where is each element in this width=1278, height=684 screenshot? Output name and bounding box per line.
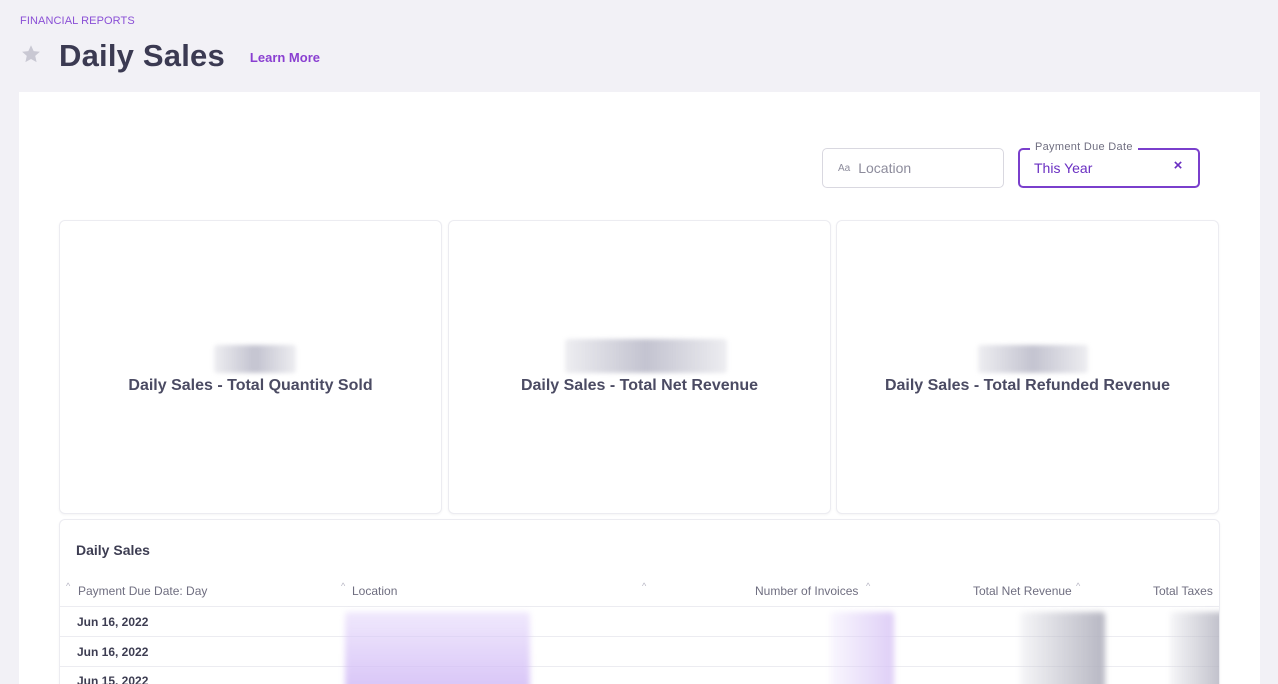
kpi-card-label: Daily Sales - Total Net Revenue	[520, 377, 759, 394]
breadcrumb[interactable]: FINANCIAL REPORTS	[20, 15, 135, 27]
payment-due-date-filter[interactable]: Payment Due Date This Year ×	[1018, 141, 1200, 188]
kpi-card-label: Daily Sales - Total Refunded Revenue	[884, 377, 1171, 394]
row-date: Jun 16, 2022	[77, 615, 149, 629]
kpi-card-quantity-sold: Daily Sales - Total Quantity Sold	[59, 220, 442, 514]
location-filter[interactable]: Aa Location	[822, 148, 1004, 188]
column-header-taxes[interactable]: Total Taxes	[1153, 584, 1213, 598]
redacted-revenue-cells	[1020, 612, 1105, 684]
redacted-location-cells	[345, 612, 530, 684]
redacted-invoice-cells	[830, 612, 894, 684]
redacted-value	[565, 339, 727, 373]
redacted-tax-cells	[1170, 612, 1219, 684]
clear-icon[interactable]: ×	[1172, 158, 1184, 173]
location-placeholder: Location	[858, 160, 912, 176]
table-title: Daily Sales	[76, 542, 150, 558]
sort-icon[interactable]: ^	[642, 581, 646, 591]
page-title: Daily Sales	[59, 38, 225, 73]
column-header-date[interactable]: Payment Due Date: Day	[78, 584, 207, 598]
learn-more-link[interactable]: Learn More	[250, 50, 320, 65]
star-icon[interactable]	[20, 43, 42, 65]
text-type-icon: Aa	[838, 163, 851, 174]
redacted-value	[978, 345, 1088, 373]
row-date: Jun 15, 2022	[77, 674, 149, 684]
kpi-card-refunded-revenue: Daily Sales - Total Refunded Revenue	[836, 220, 1219, 514]
column-header-location[interactable]: Location	[352, 584, 397, 598]
column-header-net-revenue[interactable]: Total Net Revenue	[973, 584, 1072, 598]
daily-sales-table: Daily Sales ^ Payment Due Date: Day ^ Lo…	[59, 519, 1220, 684]
payment-due-date-value: This Year	[1034, 160, 1093, 176]
kpi-card-label: Daily Sales - Total Quantity Sold	[128, 377, 373, 394]
kpi-card-net-revenue: Daily Sales - Total Net Revenue	[448, 220, 831, 514]
sort-icon[interactable]: ^	[341, 581, 345, 591]
sort-icon[interactable]: ^	[866, 581, 870, 591]
payment-due-date-label: Payment Due Date	[1030, 141, 1138, 153]
row-divider	[60, 606, 1219, 607]
redacted-value	[214, 345, 296, 373]
column-header-invoices[interactable]: Number of Invoices	[755, 584, 858, 598]
row-date: Jun 16, 2022	[77, 645, 149, 659]
sort-icon[interactable]: ^	[1076, 581, 1080, 591]
title-row: Daily Sales Learn More	[20, 36, 320, 76]
sort-icon[interactable]: ^	[66, 581, 70, 591]
